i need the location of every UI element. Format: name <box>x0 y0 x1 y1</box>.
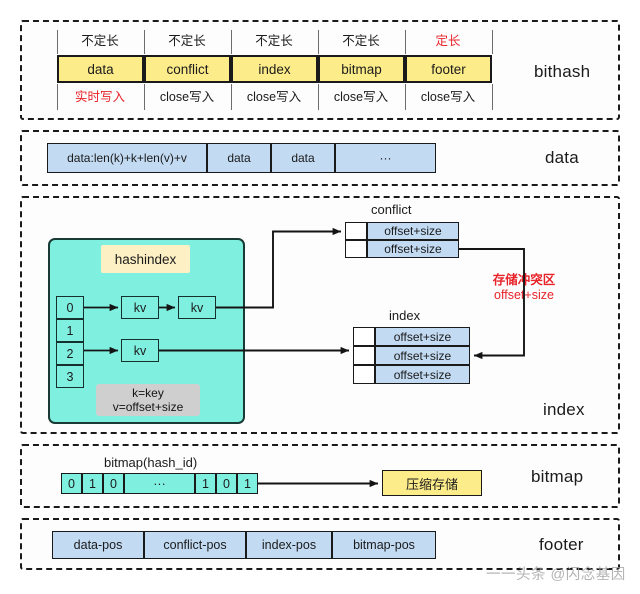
section-label-data: data <box>545 148 579 167</box>
hash-bucket-1: 1 <box>56 319 84 342</box>
bithash-cell-0: data <box>57 55 144 83</box>
bithash-grid: 不定长 data 实时写入 不定长 conflict close写入 不定长 i… <box>57 28 493 112</box>
bithash-divider <box>405 30 406 54</box>
bithash-top-0: 不定长 <box>81 34 119 48</box>
hash-kv-node-1: kv <box>178 296 216 319</box>
bithash-divider <box>57 84 58 110</box>
bitmap-caption: bitmap(hash_id) <box>104 455 198 470</box>
data-cell-0: data:len(k)+k+len(v)+v <box>47 143 207 173</box>
bitmap-bit-6: 1 <box>237 473 258 494</box>
bithash-bottom-2: close写入 <box>246 90 302 104</box>
annotation-line-2: offset+size <box>494 288 554 302</box>
data-cell-3: ··· <box>335 143 436 173</box>
bithash-top-1: 不定长 <box>168 34 206 48</box>
conflict-row-value-0: offset+size <box>367 222 459 240</box>
conflict-table-caption: conflict <box>371 202 412 217</box>
hash-kv-node-2: kv <box>121 339 159 362</box>
bithash-cell-3: bitmap <box>318 55 405 83</box>
hash-bucket-0: 0 <box>56 296 84 319</box>
bithash-cell-1: conflict <box>144 55 231 83</box>
index-row-value-2: offset+size <box>375 365 470 384</box>
data-cell-2: data <box>271 143 335 173</box>
conflict-row-value-1: offset+size <box>367 240 459 258</box>
bithash-top-3: 不定长 <box>342 34 380 48</box>
annotation-line-1: 存储冲突区 <box>492 273 556 287</box>
bitmap-bit-3: ··· <box>124 473 195 494</box>
footer-cell-3: bitmap-pos <box>332 531 436 559</box>
bithash-divider <box>318 30 319 54</box>
index-row-key-1 <box>353 346 375 365</box>
section-label-footer: footer <box>539 535 584 554</box>
bithash-divider <box>57 30 58 54</box>
diagram-canvas: bithash 不定长 data 实时写入 不定长 conflict close… <box>0 0 640 594</box>
hashindex-title: hashindex <box>101 245 190 273</box>
hash-bucket-2: 2 <box>56 342 84 365</box>
bithash-bottom-4: close写入 <box>420 90 476 104</box>
index-table-caption: index <box>389 308 421 323</box>
bithash-divider <box>492 84 493 110</box>
conflict-zone-annotation: 存储冲突区 offset+size <box>476 273 572 303</box>
legend-line-2: v=offset+size <box>112 400 184 414</box>
bithash-divider <box>231 30 232 54</box>
bithash-divider <box>144 84 145 110</box>
bithash-bottom-3: close写入 <box>333 90 389 104</box>
bithash-divider <box>492 30 493 54</box>
bitmap-bit-4: 1 <box>195 473 216 494</box>
legend-line-1: k=key <box>132 386 164 400</box>
hash-kv-node-0: kv <box>121 296 159 319</box>
bithash-cell-2: index <box>231 55 318 83</box>
bithash-bottom-1: close写入 <box>159 90 215 104</box>
bithash-top-2: 不定长 <box>255 34 293 48</box>
bitmap-bit-2: 0 <box>103 473 124 494</box>
conflict-row-key-0 <box>345 222 367 240</box>
bithash-bottom-0: 实时写入 <box>74 90 125 104</box>
section-label-index: index <box>543 400 585 419</box>
bitmap-bit-0: 0 <box>61 473 82 494</box>
section-label-bitmap: bitmap <box>531 467 584 486</box>
bithash-cell-4: footer <box>405 55 492 83</box>
section-label-bithash: bithash <box>534 62 591 81</box>
hashindex-legend: k=key v=offset+size <box>96 384 200 416</box>
bithash-divider <box>144 30 145 54</box>
bitmap-compressed-store: 压缩存储 <box>382 470 482 496</box>
bithash-divider <box>318 84 319 110</box>
footer-cell-1: conflict-pos <box>144 531 246 559</box>
footer-cell-0: data-pos <box>52 531 144 559</box>
bithash-divider <box>405 84 406 110</box>
index-row-key-2 <box>353 365 375 384</box>
bitmap-bit-1: 1 <box>82 473 103 494</box>
index-row-value-1: offset+size <box>375 346 470 365</box>
bithash-top-4: 定长 <box>435 34 461 48</box>
hash-bucket-3: 3 <box>56 365 84 388</box>
bithash-divider <box>231 84 232 110</box>
footer-cell-2: index-pos <box>246 531 332 559</box>
bitmap-bit-5: 0 <box>216 473 237 494</box>
conflict-row-key-1 <box>345 240 367 258</box>
index-row-value-0: offset+size <box>375 327 470 346</box>
data-cell-1: data <box>207 143 271 173</box>
index-row-key-0 <box>353 327 375 346</box>
watermark: 一一头条 @闪念基因 <box>486 567 626 583</box>
